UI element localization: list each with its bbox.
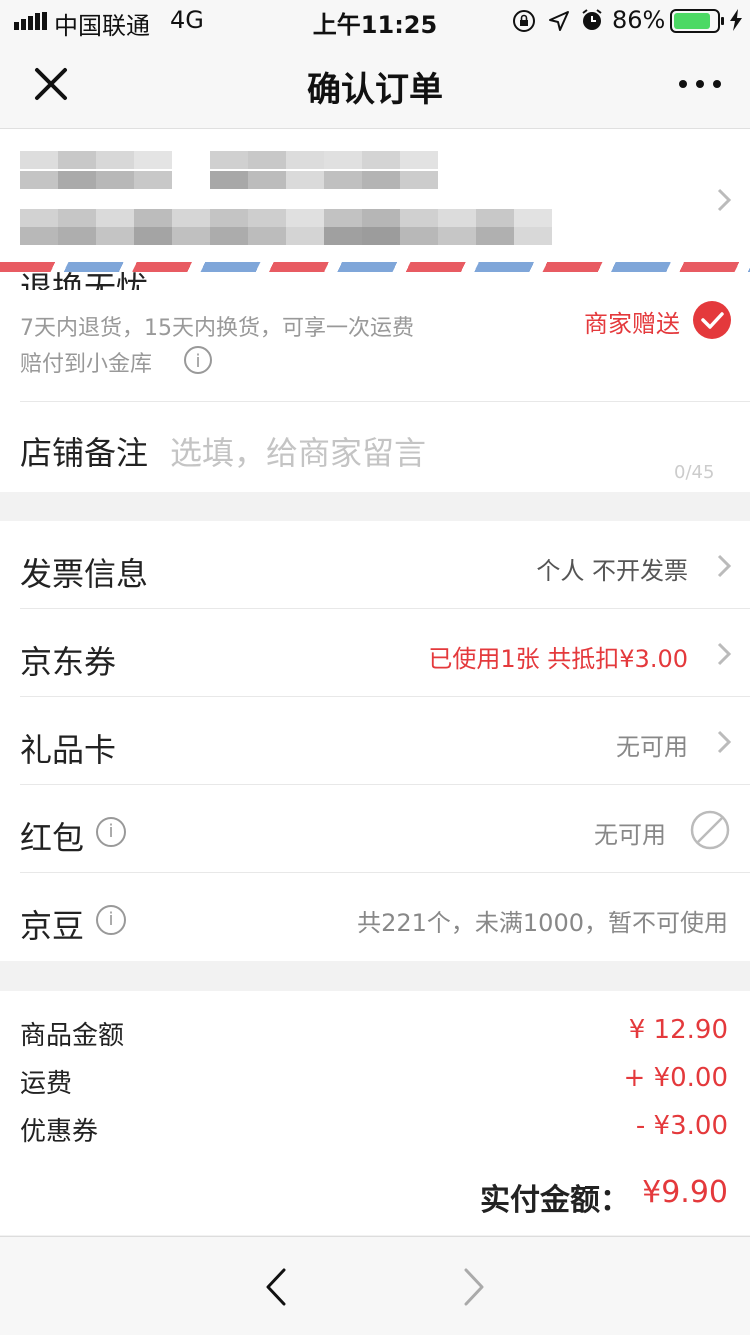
- more-icon[interactable]: [678, 78, 722, 90]
- jd-coupon-value: 已使用1张 共抵扣¥3.00: [428, 645, 688, 673]
- return-policy-section: 退换无忧 7天内退货，15天内换货，可享一次运费 赔付到小金库 i 商家赠送 店…: [0, 269, 750, 492]
- address-name-blurred: [20, 151, 438, 169]
- shop-note-label: 店铺备注: [20, 434, 149, 472]
- gift-card-row[interactable]: 礼品卡 无可用: [0, 697, 750, 785]
- chevron-right-icon: [717, 642, 732, 666]
- total-label: 实付金额：: [480, 1183, 630, 1218]
- jingdou-value: 共221个，未满1000，暂不可使用: [357, 909, 728, 937]
- forward-arrow-icon[interactable]: [462, 1267, 486, 1307]
- nav-bar: 确认订单: [0, 40, 750, 129]
- jd-coupon-row[interactable]: 京东券 已使用1张 共抵扣¥3.00: [0, 609, 750, 697]
- red-packet-row[interactable]: 红包 i 无可用: [0, 785, 750, 873]
- discount-value: - ¥3.00: [635, 1111, 728, 1141]
- address-detail-blurred: [20, 209, 552, 227]
- shop-note-counter: 0/45: [674, 462, 715, 483]
- jingdou-label: 京豆: [20, 907, 85, 945]
- chevron-right-icon: [717, 730, 732, 754]
- merchant-gift-badge: 商家赠送: [584, 310, 680, 338]
- gift-card-value: 无可用: [616, 733, 688, 761]
- price-summary-section: 商品金额 ¥ 12.90 运费 + ¥0.00 优惠券 - ¥3.00 实付金额…: [0, 991, 750, 1235]
- red-packet-value: 无可用: [594, 821, 666, 849]
- bottom-toolbar: [0, 1236, 750, 1335]
- shipping-value: + ¥0.00: [623, 1063, 728, 1093]
- alarm-icon: [582, 9, 602, 30]
- total-value: ¥9.90: [642, 1175, 728, 1210]
- goods-amount-value: ¥ 12.90: [628, 1015, 728, 1045]
- info-icon[interactable]: i: [184, 346, 212, 374]
- return-policy-desc-1: 7天内退货，15天内换货，可享一次运费: [20, 316, 414, 341]
- payment-options-section: 发票信息 个人 不开发票 京东券 已使用1张 共抵扣¥3.00 礼品卡 无可用 …: [0, 521, 750, 961]
- shop-note-input[interactable]: 选填，给商家留言: [170, 428, 710, 474]
- jingdou-row: 京豆 i 共221个，未满1000，暂不可使用: [0, 873, 750, 961]
- red-packet-label: 红包: [20, 819, 85, 857]
- charging-icon: [730, 9, 742, 31]
- gift-card-label: 礼品卡: [20, 731, 117, 769]
- status-bar: 中国联通 4G 上午11:25 86%: [0, 0, 750, 40]
- rotation-lock-icon: [513, 10, 535, 32]
- info-icon[interactable]: i: [96, 905, 126, 935]
- return-policy-desc-2: 赔付到小金库: [20, 352, 153, 377]
- page-title: 确认订单: [307, 70, 443, 110]
- check-circle-icon[interactable]: [692, 300, 732, 340]
- battery-percent: 86%: [612, 6, 666, 34]
- discount-label: 优惠券: [20, 1117, 99, 1147]
- return-policy-title: 退换无忧: [20, 269, 149, 290]
- shipping-label: 运费: [20, 1069, 73, 1099]
- info-icon[interactable]: i: [96, 817, 126, 847]
- location-arrow-icon: [549, 11, 569, 31]
- chevron-right-icon: [717, 188, 732, 212]
- jd-coupon-label: 京东券: [20, 643, 117, 681]
- goods-amount-label: 商品金额: [20, 1021, 125, 1051]
- battery-icon: [670, 9, 724, 33]
- chevron-right-icon: [717, 554, 732, 578]
- invoice-row[interactable]: 发票信息 个人 不开发票: [0, 521, 750, 609]
- invoice-value: 个人 不开发票: [536, 557, 688, 585]
- divider: [20, 401, 750, 402]
- back-arrow-icon[interactable]: [264, 1267, 288, 1307]
- invoice-label: 发票信息: [20, 555, 149, 593]
- disabled-icon: [690, 810, 730, 850]
- address-card[interactable]: [0, 129, 750, 271]
